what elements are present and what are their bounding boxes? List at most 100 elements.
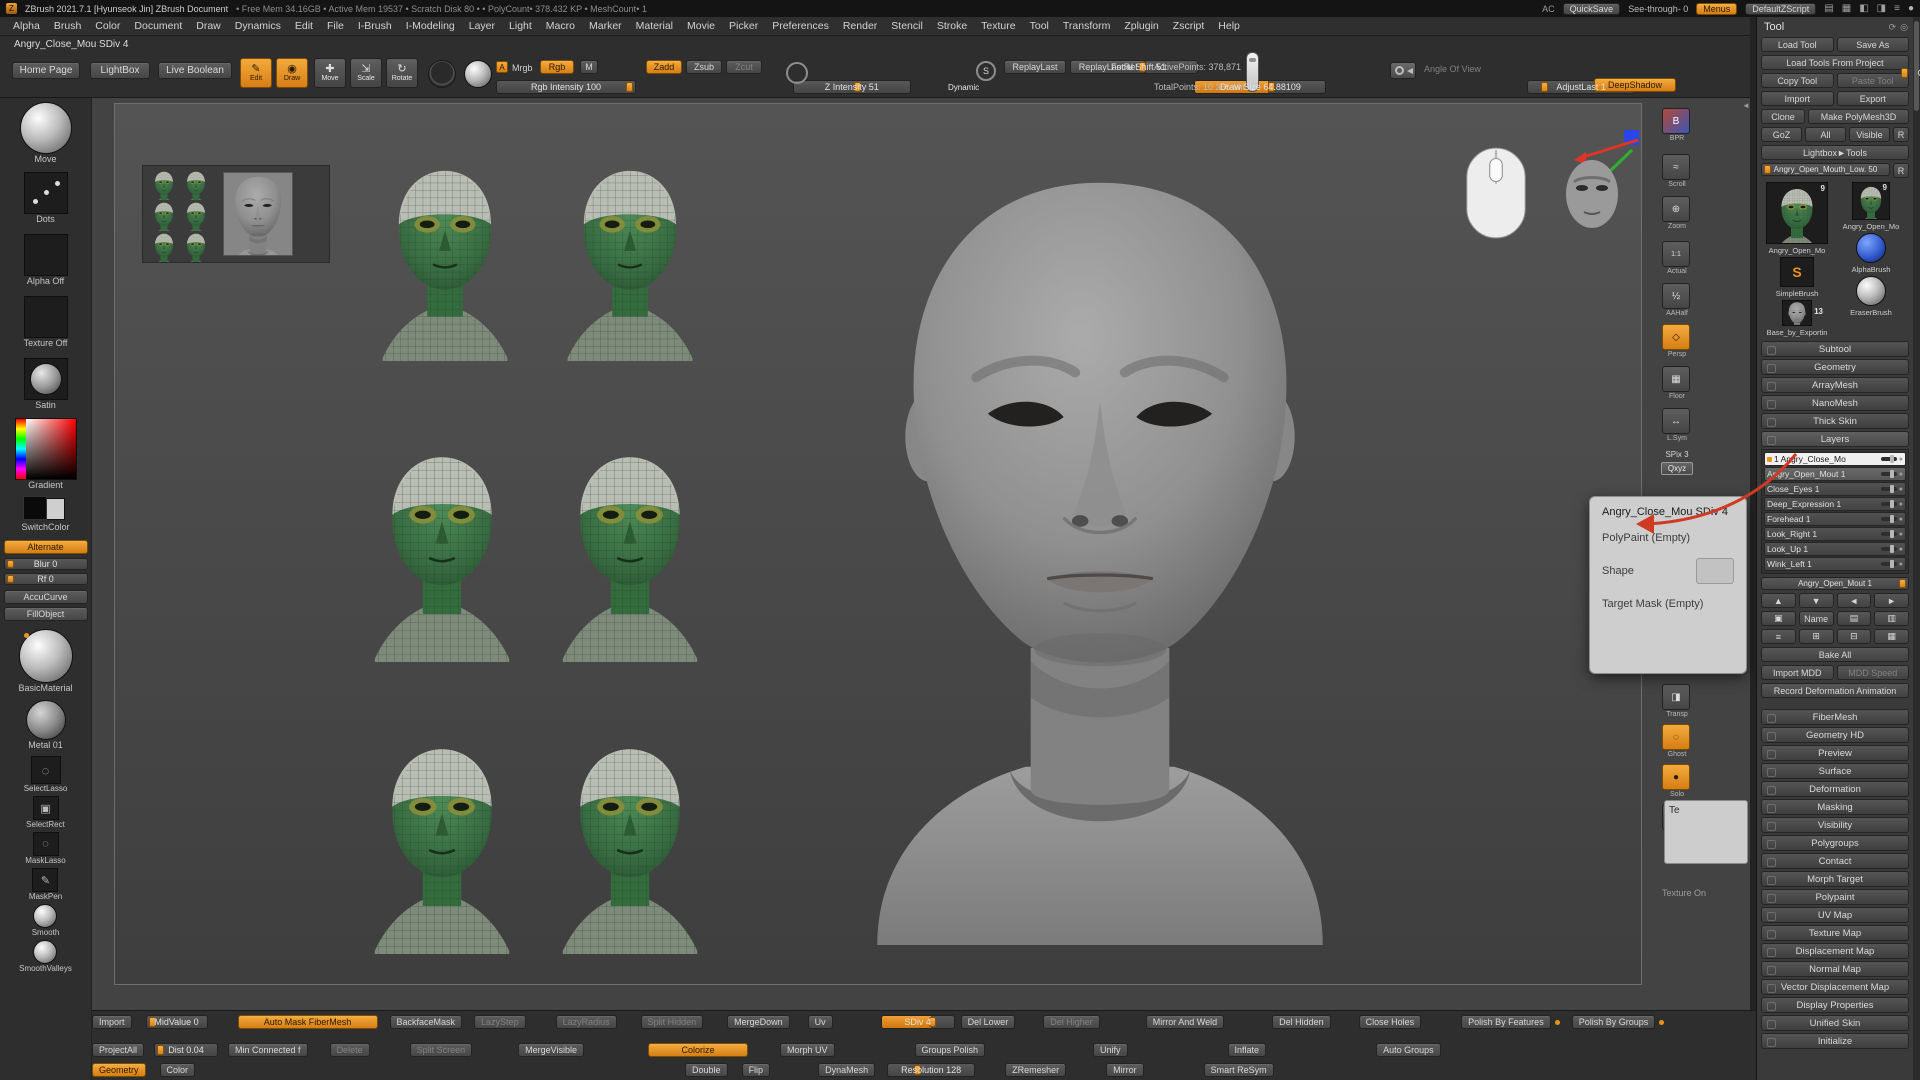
see-through-slider[interactable]: See-through- 0 — [1628, 4, 1688, 14]
layer-split-button[interactable]: ⊞ — [1799, 629, 1834, 644]
lsym-button[interactable]: ↔ — [1662, 408, 1690, 434]
menu-zplugin[interactable]: Zplugin — [1117, 18, 1165, 34]
current-brush[interactable]: Move — [20, 102, 72, 164]
edit-button[interactable]: ✎ Edit — [240, 58, 272, 88]
layer-right-button[interactable]: ► — [1874, 593, 1909, 608]
goz-r-button[interactable]: R — [1893, 127, 1909, 142]
menu-marker[interactable]: Marker — [582, 18, 629, 34]
fill-object-button[interactable]: FillObject — [4, 607, 88, 621]
mdd-speed-slider[interactable]: MDD Speed — [1837, 665, 1910, 680]
section-fibermesh[interactable]: FiberMesh — [1761, 709, 1909, 725]
section-normal-map[interactable]: Normal Map — [1761, 961, 1909, 977]
save-as-button[interactable]: Save As — [1837, 37, 1910, 52]
mini-head-thumb[interactable] — [183, 232, 209, 262]
section-displacement-map[interactable]: Displacement Map — [1761, 943, 1909, 959]
zremesher-button[interactable]: ZRemesher — [1005, 1063, 1066, 1077]
menu-preferences[interactable]: Preferences — [765, 18, 836, 34]
menu-stroke[interactable]: Stroke — [930, 18, 974, 34]
load-tools-from-project-button[interactable]: Load Tools From Project — [1761, 55, 1909, 70]
recent-tool-thumb[interactable]: 9 — [1852, 182, 1890, 220]
lazystep-button[interactable]: LazyStep — [474, 1015, 526, 1029]
menu-file[interactable]: File — [320, 18, 351, 34]
scroll-button[interactable]: ≈ — [1662, 154, 1690, 180]
groups-polish-button[interactable]: Groups Polish — [915, 1043, 986, 1057]
layer-row[interactable]: Wink_Left 1 ● — [1764, 557, 1906, 571]
midvalue-slider[interactable]: MidValue 0 — [146, 1015, 208, 1029]
goz-all-button[interactable]: All — [1805, 127, 1846, 142]
menu-help[interactable]: Help — [1211, 18, 1247, 34]
section-subtool[interactable]: Subtool — [1761, 341, 1909, 357]
brush-smooth-valleys[interactable]: SmoothValleys — [19, 940, 72, 973]
section-polypaint[interactable]: Polypaint — [1761, 889, 1909, 905]
delete-button[interactable]: Delete — [330, 1043, 370, 1057]
default-zscript-button[interactable]: DefaultZScript — [1745, 3, 1816, 15]
menu-document[interactable]: Document — [127, 18, 189, 34]
polish-features-dot[interactable] — [1555, 1020, 1560, 1025]
mini-head-thumb[interactable] — [151, 201, 177, 231]
layer-all-button[interactable]: ▦ — [1874, 629, 1909, 644]
brush-mask-lasso[interactable]: ◌ MaskLasso — [25, 832, 65, 865]
color-picker[interactable]: Gradient — [15, 418, 77, 490]
section-geometry-hd[interactable]: Geometry HD — [1761, 727, 1909, 743]
import-button[interactable]: Import — [1761, 91, 1834, 106]
layer-name-button[interactable]: Name — [1799, 611, 1834, 626]
brush-preview-sphere[interactable] — [464, 60, 492, 88]
solo-button[interactable]: ● — [1662, 764, 1690, 790]
eraser-brush-thumb[interactable] — [1856, 276, 1886, 306]
dynamesh-button[interactable]: DynaMesh — [818, 1063, 875, 1077]
smart-resym-button[interactable]: Smart ReSym — [1204, 1063, 1274, 1077]
layer-eye-icon[interactable]: ● — [1899, 501, 1903, 508]
auto-mask-fibermesh-button[interactable]: Auto Mask FiberMesh — [238, 1015, 378, 1029]
collapse-panel-icon[interactable]: ◄ — [1742, 101, 1750, 110]
section-masking[interactable]: Masking — [1761, 799, 1909, 815]
hue-strip[interactable] — [16, 419, 26, 479]
menu-lines-icon[interactable]: ≡ — [1894, 3, 1900, 14]
section-polygroups[interactable]: Polygroups — [1761, 835, 1909, 851]
draw-button[interactable]: ◉ Draw — [276, 58, 308, 88]
bake-all-button[interactable]: Bake All — [1761, 647, 1909, 662]
current-texture[interactable]: Texture Off — [24, 296, 68, 348]
m-button[interactable]: M — [580, 60, 598, 74]
projectall-button[interactable]: ProjectAll — [92, 1043, 144, 1057]
resolution-slider[interactable]: Resolution 128 — [887, 1063, 975, 1077]
menu-picker[interactable]: Picker — [722, 18, 765, 34]
current-tool-thumb[interactable]: 9 — [1766, 182, 1828, 244]
load-tool-button[interactable]: Load Tool — [1761, 37, 1834, 52]
panel-scrollbar[interactable] — [1913, 17, 1920, 1080]
menu-draw[interactable]: Draw — [189, 18, 228, 34]
menu-layer[interactable]: Layer — [462, 18, 502, 34]
material-metal[interactable]: Metal 01 — [26, 700, 66, 750]
goz-visible-button[interactable]: Visible — [1849, 127, 1890, 142]
morph-uv-button[interactable]: Morph UV — [780, 1043, 835, 1057]
menus-button[interactable]: Menus — [1696, 3, 1737, 15]
layer-invert-button[interactable]: ⊟ — [1837, 629, 1872, 644]
zcut-button[interactable]: Zcut — [726, 60, 762, 74]
lightbox-button[interactable]: LightBox — [90, 62, 150, 79]
bpr-button[interactable]: B — [1662, 108, 1690, 134]
menu-render[interactable]: Render — [836, 18, 884, 34]
section-surface[interactable]: Surface — [1761, 763, 1909, 779]
palette-pin-icon[interactable]: ◎ — [1900, 22, 1908, 33]
section-contact[interactable]: Contact — [1761, 853, 1909, 869]
sdiv-slider[interactable]: SDiv 4 — [881, 1015, 955, 1029]
menu-edit[interactable]: Edit — [288, 18, 320, 34]
sphere-corner-icon[interactable]: ● — [1908, 3, 1914, 14]
section-display-properties[interactable]: Display Properties — [1761, 997, 1909, 1013]
record-deformation-button[interactable]: Record Deformation Animation — [1761, 683, 1909, 698]
mini-head-thumb[interactable] — [151, 170, 177, 200]
rgb-intensity-slider[interactable]: Rgb Intensity 100 — [496, 80, 636, 94]
current-alpha[interactable]: Alpha Off — [24, 234, 68, 286]
layer-eye-icon[interactable]: ● — [1899, 486, 1903, 493]
zoom-button[interactable]: ⊕ — [1662, 196, 1690, 222]
menu-dynamics[interactable]: Dynamics — [228, 18, 288, 34]
live-boolean-button[interactable]: Live Boolean — [158, 62, 232, 79]
brush-mask-pen[interactable]: ✎ MaskPen — [29, 868, 62, 901]
layer-down-button[interactable]: ▼ — [1799, 593, 1834, 608]
polish-groups-dot[interactable] — [1659, 1020, 1664, 1025]
unify-button[interactable]: Unify — [1093, 1043, 1128, 1057]
quicksave-button[interactable]: QuickSave — [1563, 3, 1621, 15]
menu-stencil[interactable]: Stencil — [884, 18, 930, 34]
section-layers[interactable]: Layers — [1761, 431, 1909, 447]
rgb-button[interactable]: Rgb — [540, 60, 574, 74]
menu-transform[interactable]: Transform — [1056, 18, 1117, 34]
